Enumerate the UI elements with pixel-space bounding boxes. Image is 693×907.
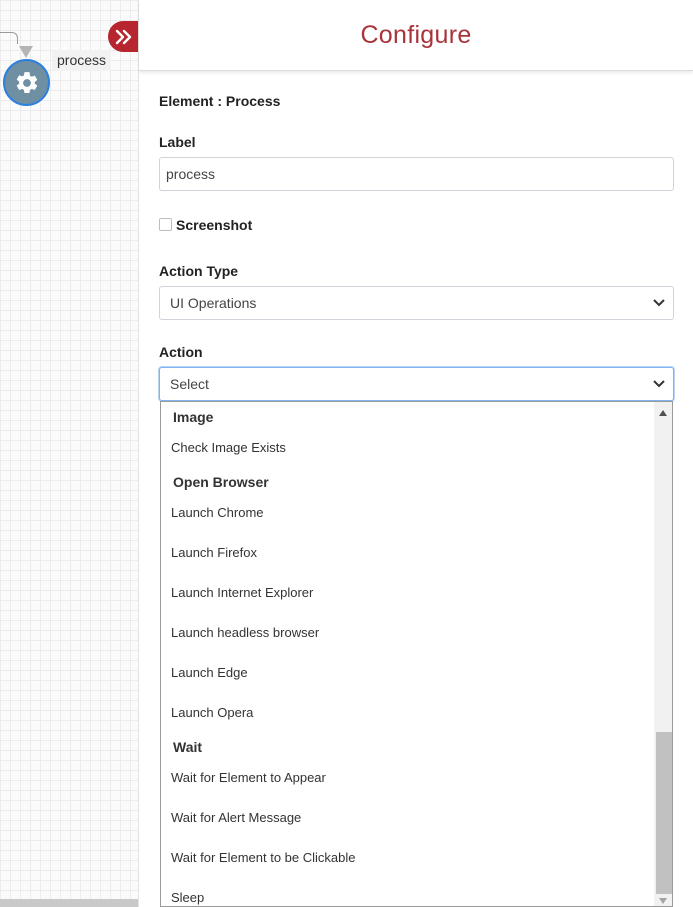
panel-title: Configure — [360, 20, 472, 49]
screenshot-checkbox[interactable] — [159, 218, 172, 231]
configure-panel: Configure Element : Process Label proces… — [138, 0, 693, 907]
dropdown-scrollbar[interactable] — [654, 402, 672, 906]
collapse-panel-button[interactable] — [108, 21, 140, 52]
action-dropdown-list[interactable]: Image Check Image Exists Open Browser La… — [160, 401, 673, 907]
option-launch-chrome[interactable]: Launch Chrome — [171, 505, 264, 520]
connector-arrow — [19, 46, 33, 58]
gear-icon — [16, 71, 37, 93]
option-launch-firefox[interactable]: Launch Firefox — [171, 545, 257, 560]
process-node[interactable] — [3, 59, 50, 106]
option-wait-element-appear[interactable]: Wait for Element to Appear — [171, 770, 326, 785]
label-field-label: Label — [159, 134, 196, 150]
option-launch-internet-explorer[interactable]: Launch Internet Explorer — [171, 585, 313, 600]
option-wait-alert-message[interactable]: Wait for Alert Message — [171, 810, 301, 825]
label-input[interactable]: process — [159, 157, 674, 191]
chevron-down-icon — [653, 380, 665, 388]
chevron-down-icon — [653, 299, 665, 307]
scroll-thumb[interactable] — [656, 732, 672, 894]
action-select[interactable]: Select — [159, 367, 674, 401]
action-label: Action — [159, 344, 203, 360]
horizontal-scrollbar[interactable] — [0, 899, 160, 907]
option-group-wait: Wait — [173, 739, 203, 755]
option-wait-element-clickable[interactable]: Wait for Element to be Clickable — [171, 850, 355, 865]
action-type-label: Action Type — [159, 263, 239, 279]
option-launch-headless-browser[interactable]: Launch headless browser — [171, 625, 319, 640]
scroll-up-arrow-icon[interactable] — [659, 410, 667, 416]
option-sleep[interactable]: Sleep — [171, 890, 204, 905]
panel-header: Configure — [139, 0, 693, 71]
action-type-value: UI Operations — [170, 295, 257, 311]
double-chevron-right-icon — [115, 29, 132, 44]
option-group-open-browser: Open Browser — [173, 474, 269, 490]
action-value: Select — [170, 376, 209, 392]
connector-line — [0, 32, 18, 44]
option-group-image: Image — [173, 409, 214, 425]
flow-canvas[interactable]: process — [0, 0, 160, 907]
scroll-down-arrow-icon[interactable] — [659, 898, 667, 904]
node-label[interactable]: process — [52, 50, 112, 71]
label-input-value: process — [166, 166, 216, 182]
element-type-text: Element : Process — [159, 93, 281, 109]
screenshot-label[interactable]: Screenshot — [176, 217, 252, 233]
action-type-select[interactable]: UI Operations — [159, 286, 674, 320]
option-launch-edge[interactable]: Launch Edge — [171, 665, 248, 680]
option-launch-opera[interactable]: Launch Opera — [171, 705, 253, 720]
option-check-image-exists[interactable]: Check Image Exists — [171, 440, 286, 455]
